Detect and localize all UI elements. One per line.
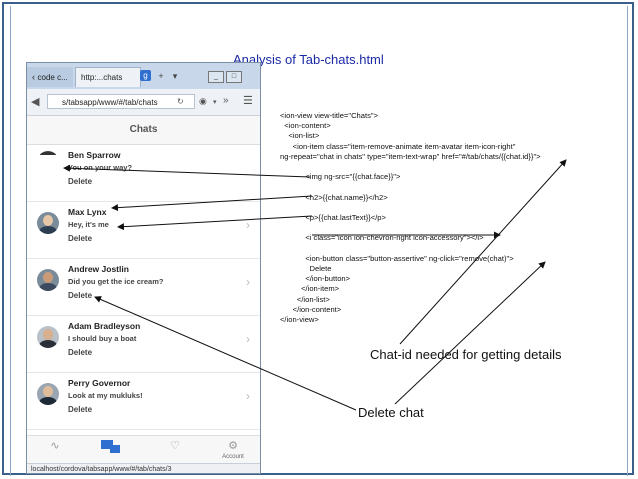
arrow-chatid-to-href: [399, 159, 567, 345]
arrow-delete-to-ngclick: [394, 261, 546, 405]
arrow-h2-to-name: [111, 195, 313, 212]
arrow-img-to-avatar: [63, 164, 311, 178]
arrow-p-to-text: [117, 215, 313, 231]
annotation-arrows: [63, 159, 567, 411]
arrow-delete-to-button: [94, 296, 357, 411]
